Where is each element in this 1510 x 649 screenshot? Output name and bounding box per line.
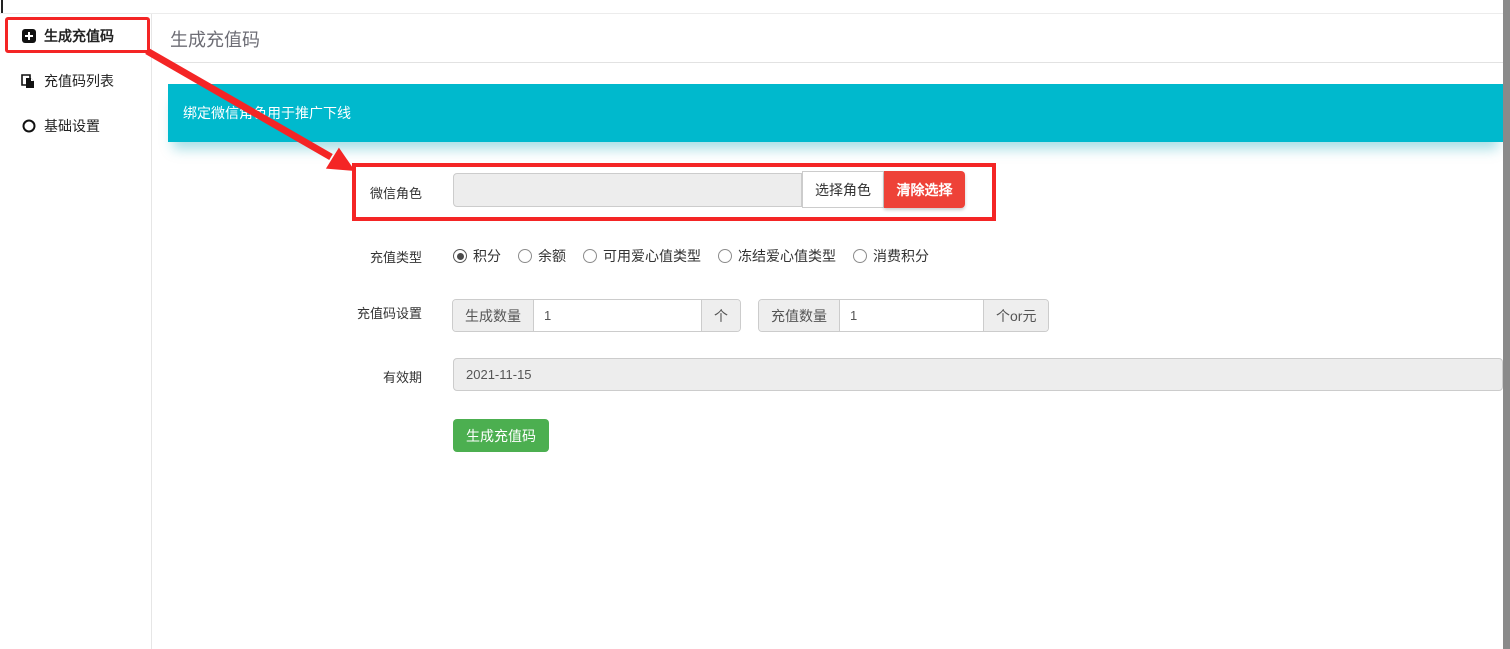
radio-icon <box>718 249 732 263</box>
sidebar-item-basic-settings[interactable]: 基础设置 <box>0 108 152 144</box>
radio-icon <box>518 249 532 263</box>
radio-label: 消费积分 <box>873 246 929 266</box>
sidebar-item-generate-code[interactable]: 生成充值码 <box>0 18 152 54</box>
generate-qty-input[interactable] <box>534 300 701 331</box>
validity-date-input[interactable] <box>453 358 1503 391</box>
radio-icon <box>453 249 467 263</box>
radio-option-usable-love-value[interactable]: 可用爱心值类型 <box>583 246 701 266</box>
wechat-role-label: 微信角色 <box>312 183 422 202</box>
radio-option-balance[interactable]: 余额 <box>518 246 566 266</box>
recharge-type-options: 积分 余额 可用爱心值类型 冻结爱心值类型 消费积分 <box>453 246 929 266</box>
recharge-qty-suffix: 个or元 <box>983 300 1048 331</box>
radio-icon <box>583 249 597 263</box>
radio-label: 余额 <box>538 246 566 266</box>
radio-label: 积分 <box>473 246 501 266</box>
sidebar-item-label: 基础设置 <box>44 116 100 136</box>
clear-selection-button[interactable]: 清除选择 <box>884 171 965 208</box>
vertical-scrollbar[interactable] <box>1503 0 1510 649</box>
radio-label: 可用爱心值类型 <box>603 246 701 266</box>
left-edge-mark <box>1 0 3 13</box>
radio-option-consume-points[interactable]: 消费积分 <box>853 246 929 266</box>
sidebar: 生成充值码 充值码列表 基础设置 <box>0 14 152 649</box>
plus-square-icon <box>21 29 36 44</box>
header-divider <box>168 62 1503 63</box>
sidebar-item-label: 生成充值码 <box>44 26 114 46</box>
radio-label: 冻结爱心值类型 <box>738 246 836 266</box>
validity-label: 有效期 <box>312 367 422 386</box>
circle-icon <box>21 119 36 134</box>
wechat-role-input[interactable] <box>453 173 802 207</box>
sidebar-item-label: 充值码列表 <box>44 71 114 91</box>
generate-code-submit-button[interactable]: 生成充值码 <box>453 419 549 452</box>
recharge-type-label: 充值类型 <box>312 247 422 266</box>
recharge-qty-group: 充值数量 个or元 <box>758 299 1049 332</box>
info-banner: 绑定微信角色用于推广下线 <box>168 84 1503 142</box>
generate-qty-group: 生成数量 个 <box>452 299 741 332</box>
radio-option-frozen-love-value[interactable]: 冻结爱心值类型 <box>718 246 836 266</box>
radio-option-points[interactable]: 积分 <box>453 246 501 266</box>
radio-icon <box>853 249 867 263</box>
sidebar-item-code-list[interactable]: 充值码列表 <box>0 63 152 99</box>
info-banner-text: 绑定微信角色用于推广下线 <box>183 103 351 123</box>
recharge-qty-addon: 充值数量 <box>759 300 840 331</box>
recharge-qty-input[interactable] <box>840 300 983 331</box>
page-title: 生成充值码 <box>170 26 260 52</box>
code-settings-label: 充值码设置 <box>312 303 422 322</box>
copy-icon <box>21 74 36 89</box>
generate-qty-suffix: 个 <box>701 300 740 331</box>
select-role-button[interactable]: 选择角色 <box>802 171 884 208</box>
top-border-line <box>0 13 1510 14</box>
generate-qty-addon: 生成数量 <box>453 300 534 331</box>
